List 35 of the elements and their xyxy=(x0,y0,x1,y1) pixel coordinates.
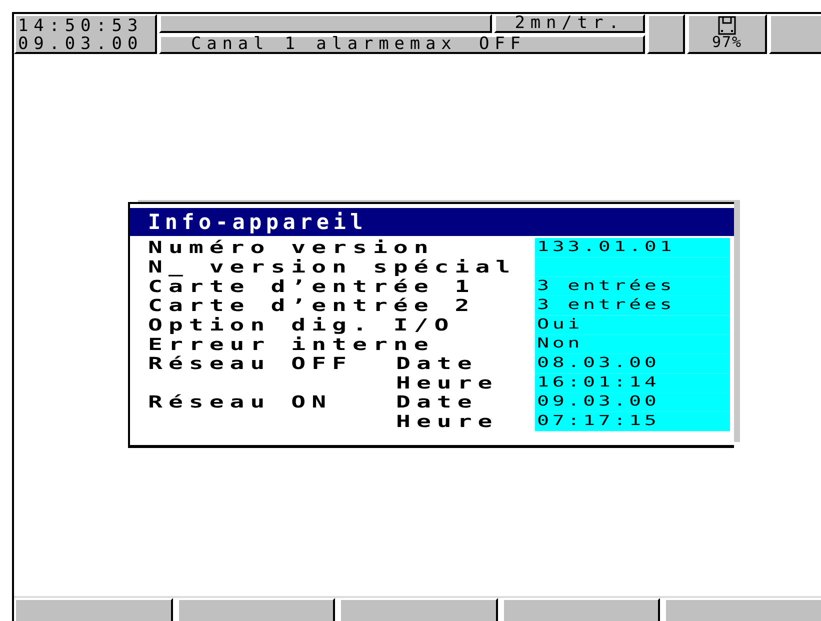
softkey-button[interactable] xyxy=(339,598,498,621)
field-sublabel: Heure xyxy=(396,373,498,393)
field-value: 16:01:14 xyxy=(535,373,730,393)
field-value: 133.01.01 xyxy=(535,238,730,258)
alarm-message: Canal 1 alarmemax xyxy=(191,37,458,52)
alarm-state: OFF xyxy=(479,37,526,52)
field-sublabel: Date xyxy=(396,392,478,412)
field-label: Option dig. I/O xyxy=(148,315,455,335)
softkey-button[interactable] xyxy=(14,598,173,621)
field-label: Réseau OFF xyxy=(148,354,352,374)
field-value: 3 entrées xyxy=(535,276,730,296)
field-label: N_ version spécial xyxy=(148,257,516,277)
softkey-button[interactable] xyxy=(664,598,821,621)
field-value: 08.03.00 xyxy=(535,354,730,374)
field-value: Oui xyxy=(535,315,730,335)
status-field xyxy=(769,14,821,54)
clock-date: 09.03.00 xyxy=(18,35,144,53)
field-label: Erreur interne xyxy=(148,334,434,354)
clock-time: 14:50:53 xyxy=(18,17,144,35)
field-label: Carte d’entrée 2 xyxy=(148,296,476,316)
field-value: 07:17:15 xyxy=(535,412,730,432)
field-sublabel: Date xyxy=(396,354,478,374)
field-label: Carte d’entrée 1 xyxy=(148,276,476,296)
field-value: 09.03.00 xyxy=(535,392,730,412)
chart-speed: 2mn/tr. xyxy=(494,14,645,33)
dialog-title: Info-appareil xyxy=(130,208,734,236)
field-label: Réseau ON xyxy=(148,392,332,412)
softkey-button[interactable] xyxy=(176,598,336,621)
field-value: 3 entrées xyxy=(535,296,730,316)
status-field xyxy=(647,14,685,54)
field-value: Non xyxy=(535,334,730,354)
memory-level: 97% xyxy=(712,35,742,50)
softkey-button[interactable] xyxy=(502,598,660,621)
field-label: Numéro version xyxy=(148,238,434,258)
field-sublabel: Heure xyxy=(396,412,498,432)
